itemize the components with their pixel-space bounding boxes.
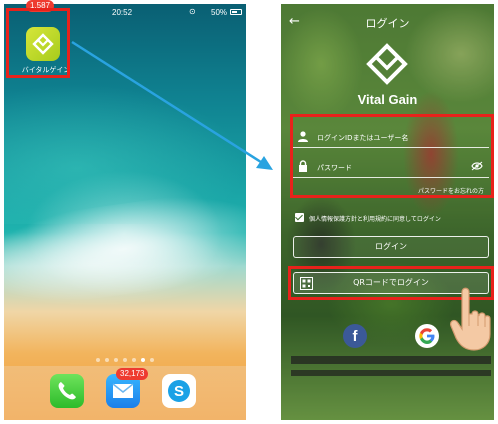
vital-gain-logo-icon xyxy=(32,33,54,55)
screen-title: ログイン xyxy=(365,17,410,30)
mail-notification-badge: 32,173 xyxy=(116,368,149,380)
consent-checkbox-row[interactable]: 個人情報保護方針と利用規約に同意してログイン xyxy=(295,212,491,226)
google-icon[interactable] xyxy=(415,324,439,348)
bench-shape xyxy=(291,370,491,376)
rotation-lock-icon: ⊙ xyxy=(189,7,196,16)
password-placeholder: パスワード xyxy=(317,164,352,172)
flow-arrow-icon xyxy=(71,40,273,170)
login-button[interactable]: ログイン xyxy=(293,236,489,258)
vital-gain-logo-tile xyxy=(26,27,60,61)
page-dot xyxy=(96,358,100,362)
password-field[interactable]: パスワード xyxy=(293,156,489,178)
page-dot xyxy=(105,358,109,362)
user-icon xyxy=(298,131,308,142)
facebook-icon[interactable]: f xyxy=(343,324,367,348)
tap-hand-icon xyxy=(450,287,491,351)
show-password-eye-icon[interactable] xyxy=(471,161,483,171)
status-time: 20:52 xyxy=(112,8,133,17)
consent-text: 個人情報保護方針と利用規約に同意してログイン xyxy=(309,216,441,223)
skype-icon: S xyxy=(168,380,190,402)
username-placeholder: ログインIDまたはユーザー名 xyxy=(317,134,409,142)
consent-checkbox[interactable] xyxy=(295,213,304,222)
google-logo-icon xyxy=(419,328,435,344)
brand-name: Vital Gain xyxy=(357,92,418,107)
page-dot xyxy=(114,358,118,362)
phone-app-icon[interactable] xyxy=(50,374,84,408)
page-dot xyxy=(123,358,127,362)
username-field[interactable]: ログインIDまたはユーザー名 xyxy=(293,126,489,148)
app-label: バイタルゲイン xyxy=(21,67,71,74)
lock-icon xyxy=(299,160,307,172)
battery-percent: 50% xyxy=(211,8,228,17)
page-dot xyxy=(132,358,136,362)
svg-text:S: S xyxy=(174,383,184,400)
app-notification-badge: 1,587 xyxy=(26,0,55,12)
login-screen: ← ログイン Vital Gain ログインIDまたはユーザー名 パスワード パ… xyxy=(281,4,494,420)
page-indicator[interactable] xyxy=(96,358,154,362)
skype-app-icon[interactable]: S xyxy=(162,374,196,408)
phone-icon xyxy=(58,382,76,400)
qr-login-label: QRコードでログイン xyxy=(353,278,429,287)
page-dot-active xyxy=(141,358,145,362)
page-dot xyxy=(150,358,154,362)
battery-icon xyxy=(230,9,242,15)
vital-gain-app-icon[interactable]: バイタルゲイン xyxy=(20,24,72,76)
bench-shape xyxy=(291,356,491,364)
forgot-password-link[interactable]: パスワードをお忘れの方 xyxy=(418,186,484,195)
vital-gain-logo-icon xyxy=(366,43,408,85)
qr-code-icon xyxy=(300,277,313,290)
